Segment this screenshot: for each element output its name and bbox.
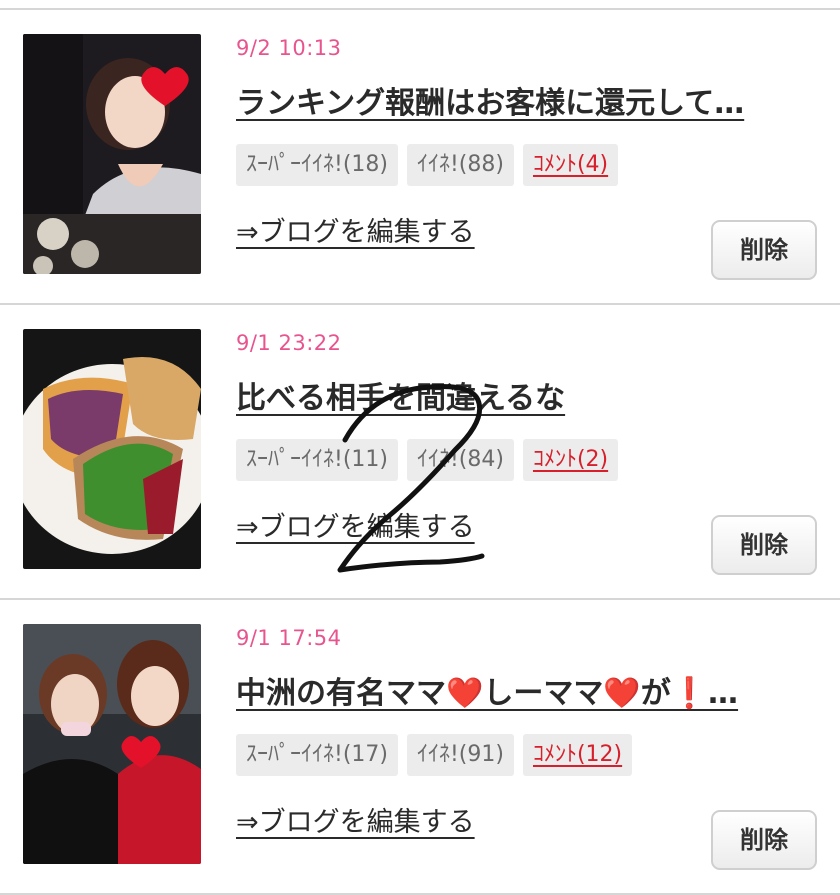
post-date: 9/1 17:54 bbox=[236, 626, 342, 650]
blog-post-list: 9/2 10:13 ランキング報酬はお客様に還元して… ｽｰﾊﾟｰｲｲﾈ!(18… bbox=[0, 10, 840, 895]
like-count[interactable]: ｲｲﾈ!(88) bbox=[406, 144, 514, 186]
post-date: 9/2 10:13 bbox=[236, 36, 342, 60]
like-count[interactable]: ｲｲﾈ!(91) bbox=[406, 734, 514, 776]
super-like-count[interactable]: ｽｰﾊﾟｰｲｲﾈ!(18) bbox=[236, 144, 398, 186]
blog-post-item: 9/2 10:13 ランキング報酬はお客様に還元して… ｽｰﾊﾟｰｲｲﾈ!(18… bbox=[0, 10, 840, 305]
comment-count-link[interactable]: ｺﾒﾝﾄ(2) bbox=[522, 439, 619, 481]
two-women-image bbox=[23, 624, 201, 864]
woman-selfie-image bbox=[23, 34, 201, 274]
reaction-badges: ｽｰﾊﾟｰｲｲﾈ!(18) ｲｲﾈ!(88) ｺﾒﾝﾄ(4) bbox=[236, 144, 619, 188]
like-count[interactable]: ｲｲﾈ!(84) bbox=[406, 439, 514, 481]
delete-button[interactable]: 削除 bbox=[711, 220, 817, 280]
sandwich-image bbox=[23, 329, 201, 569]
post-date: 9/1 23:22 bbox=[236, 331, 342, 355]
post-title-link[interactable]: 中洲の有名ママ❤️しーママ❤️が❗… bbox=[236, 668, 812, 712]
post-thumbnail[interactable] bbox=[23, 624, 201, 864]
comment-count-link[interactable]: ｺﾒﾝﾄ(4) bbox=[522, 144, 619, 186]
post-thumbnail[interactable] bbox=[23, 329, 201, 569]
post-title-link[interactable]: ランキング報酬はお客様に還元して… bbox=[236, 78, 812, 122]
blog-post-item: 9/1 23:22 比べる相手を間違えるな ｽｰﾊﾟｰｲｲﾈ!(11) ｲｲﾈ!… bbox=[0, 305, 840, 600]
edit-blog-link[interactable]: ⇒ブログを編集する bbox=[236, 800, 475, 839]
delete-button[interactable]: 削除 bbox=[711, 810, 817, 870]
super-like-count[interactable]: ｽｰﾊﾟｰｲｲﾈ!(11) bbox=[236, 439, 398, 481]
edit-blog-link[interactable]: ⇒ブログを編集する bbox=[236, 505, 475, 544]
super-like-count[interactable]: ｽｰﾊﾟｰｲｲﾈ!(17) bbox=[236, 734, 398, 776]
reaction-badges: ｽｰﾊﾟｰｲｲﾈ!(11) ｲｲﾈ!(84) ｺﾒﾝﾄ(2) bbox=[236, 439, 619, 483]
delete-button[interactable]: 削除 bbox=[711, 515, 817, 575]
post-thumbnail[interactable] bbox=[23, 34, 201, 274]
reaction-badges: ｽｰﾊﾟｰｲｲﾈ!(17) ｲｲﾈ!(91) ｺﾒﾝﾄ(12) bbox=[236, 734, 633, 778]
blog-post-item: 9/1 17:54 中洲の有名ママ❤️しーママ❤️が❗… ｽｰﾊﾟｰｲｲﾈ!(1… bbox=[0, 600, 840, 895]
edit-blog-link[interactable]: ⇒ブログを編集する bbox=[236, 210, 475, 249]
comment-count-link[interactable]: ｺﾒﾝﾄ(12) bbox=[522, 734, 633, 776]
post-title-link[interactable]: 比べる相手を間違えるな bbox=[236, 373, 812, 417]
